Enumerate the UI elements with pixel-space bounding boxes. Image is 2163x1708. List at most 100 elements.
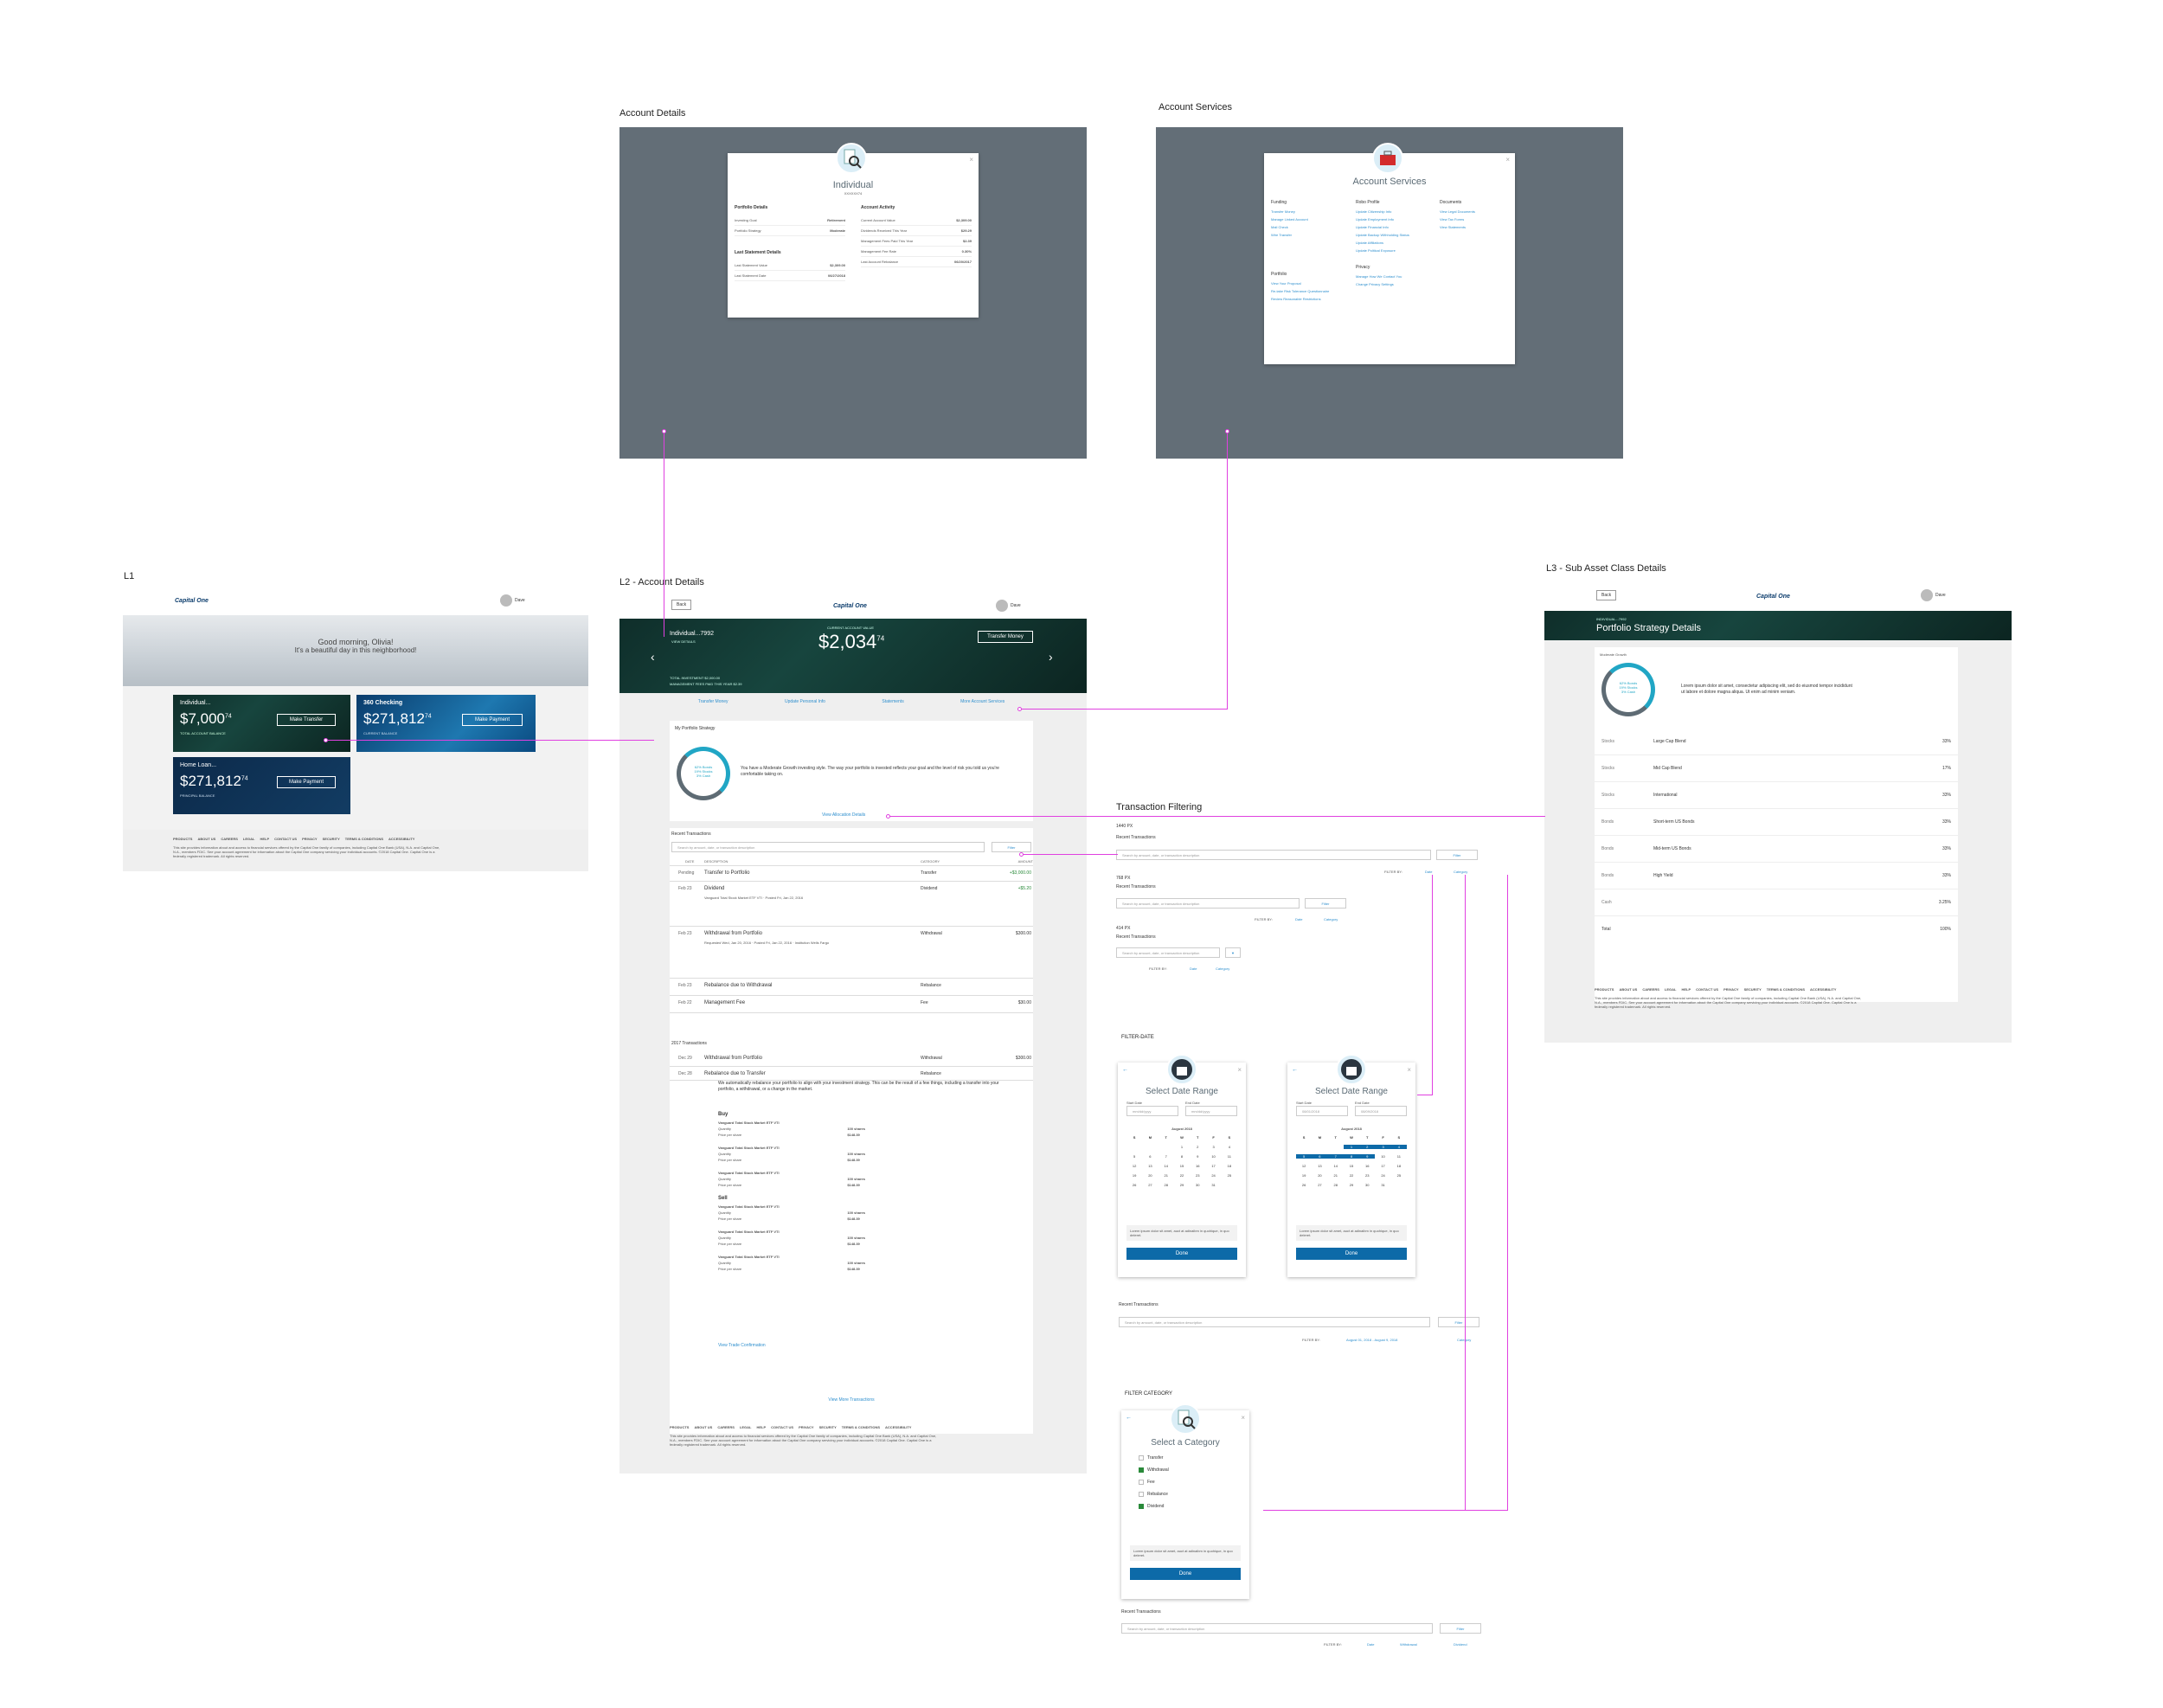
prev-arrow-icon[interactable]: ‹: [651, 650, 655, 664]
calendar-day[interactable]: 17: [1205, 1164, 1221, 1168]
back-arrow-icon[interactable]: ←: [1292, 1067, 1298, 1073]
footer-link[interactable]: CAREERS: [717, 1425, 735, 1429]
calendar-day[interactable]: 20: [1312, 1173, 1327, 1178]
footer-link[interactable]: ACCESSIBILITY: [388, 837, 414, 841]
calendar-day[interactable]: 9: [1190, 1154, 1205, 1159]
calendar-day[interactable]: 20: [1142, 1173, 1158, 1178]
calendar-day[interactable]: 23: [1190, 1173, 1205, 1178]
next-arrow-icon[interactable]: ›: [1049, 650, 1053, 664]
calendar-day[interactable]: 22: [1174, 1173, 1190, 1178]
service-link[interactable]: Update Backup Withholding Status: [1356, 233, 1434, 237]
calendar-day[interactable]: 17: [1375, 1164, 1390, 1168]
calendar-day[interactable]: 8: [1174, 1154, 1190, 1159]
calendar-day[interactable]: 10: [1205, 1154, 1221, 1159]
make-payment-button[interactable]: Make Payment: [277, 776, 336, 788]
checkbox[interactable]: [1139, 1480, 1144, 1485]
done-button[interactable]: Done: [1126, 1248, 1237, 1260]
calendar-day[interactable]: 31: [1205, 1183, 1221, 1187]
calendar-day[interactable]: 13: [1312, 1164, 1327, 1168]
filter-date-link[interactable]: Date: [1295, 917, 1302, 921]
calendar-day[interactable]: 12: [1126, 1164, 1142, 1168]
footer-link[interactable]: LEGAL: [243, 837, 255, 841]
calendar-day[interactable]: 18: [1222, 1164, 1237, 1168]
close-icon[interactable]: ×: [969, 156, 973, 164]
filter-icon[interactable]: ▼: [1225, 947, 1241, 958]
calendar-day[interactable]: 13: [1142, 1164, 1158, 1168]
asset-row[interactable]: Cash 3.25%: [1595, 889, 1958, 916]
service-link[interactable]: Update Employment Info: [1356, 217, 1434, 222]
filter-date-link[interactable]: Date: [1425, 870, 1432, 874]
service-link[interactable]: Change Privacy Settings: [1356, 282, 1434, 286]
footer-link[interactable]: CAREERS: [1642, 987, 1659, 992]
calendar-day[interactable]: 31: [1375, 1183, 1390, 1187]
view-allocation-link[interactable]: View Allocation Details: [822, 812, 865, 818]
close-icon[interactable]: ×: [1505, 156, 1510, 164]
table-row[interactable]: Dec 28 Rebalance due to Transfer Rebalance: [670, 1067, 1033, 1081]
asset-row[interactable]: Bonds High Yield 33%: [1595, 863, 1958, 889]
calendar-day[interactable]: 15: [1344, 1164, 1359, 1168]
footer-link[interactable]: CONTACT US: [274, 837, 297, 841]
calendar-day[interactable]: 10: [1375, 1154, 1390, 1159]
calendar-day[interactable]: 7: [1327, 1154, 1344, 1159]
calendar-day[interactable]: 5: [1296, 1154, 1313, 1159]
asset-row[interactable]: Stocks Mid Cap Blend 17%: [1595, 755, 1958, 782]
calendar-day[interactable]: 24: [1375, 1173, 1390, 1178]
account-tab[interactable]: More Account Services: [960, 699, 1004, 704]
search-input[interactable]: Search by amount, date, or transaction d…: [671, 842, 985, 852]
calendar-day[interactable]: 28: [1159, 1183, 1174, 1187]
close-icon[interactable]: ×: [1407, 1066, 1411, 1074]
table-row[interactable]: Feb 23 Rebalance due to Withdrawal Rebalan…: [670, 979, 1033, 996]
calendar-day[interactable]: 16: [1190, 1164, 1205, 1168]
footer-link[interactable]: PRODUCTS: [670, 1425, 689, 1429]
footer-link[interactable]: HELP: [1681, 987, 1691, 992]
done-button[interactable]: Done: [1296, 1248, 1407, 1260]
start-date-input[interactable]: mm/dd/yyyy: [1126, 1106, 1178, 1116]
view-more-link[interactable]: View More Transactions: [670, 1397, 1033, 1403]
start-date-input[interactable]: 08/01/2018: [1296, 1106, 1348, 1116]
filter-button-1440[interactable]: Filter: [1436, 850, 1478, 860]
service-link[interactable]: Mail Check: [1271, 225, 1349, 229]
service-link[interactable]: Review Reasonable Restrictions: [1271, 297, 1349, 301]
calendar-day[interactable]: 26: [1296, 1183, 1312, 1187]
footer-link[interactable]: PRODUCTS: [1595, 987, 1614, 992]
calendar-day[interactable]: 8: [1343, 1154, 1360, 1159]
calendar-day[interactable]: 1: [1343, 1145, 1360, 1149]
done-button[interactable]: Done: [1130, 1568, 1241, 1580]
calendar-day[interactable]: 14: [1328, 1164, 1344, 1168]
footer-link[interactable]: HELP: [260, 837, 269, 841]
asset-row[interactable]: Bonds Short-term US Bonds 33%: [1595, 809, 1958, 836]
calendar-day[interactable]: 11: [1391, 1154, 1407, 1159]
end-date-input[interactable]: 08/09/2018: [1355, 1106, 1407, 1116]
calendar-day[interactable]: 16: [1359, 1164, 1375, 1168]
footer-link[interactable]: TERMS & CONDITIONS: [1767, 987, 1805, 992]
back-button[interactable]: Back: [671, 600, 692, 610]
service-link[interactable]: Manage How We Contact You: [1356, 274, 1434, 279]
calendar-day[interactable]: 6: [1142, 1154, 1158, 1159]
calendar-day[interactable]: 18: [1391, 1164, 1407, 1168]
calendar-day[interactable]: 9: [1359, 1154, 1376, 1159]
category-option[interactable]: Transfer: [1139, 1455, 1169, 1461]
checkbox[interactable]: [1139, 1504, 1144, 1509]
make-transfer-button[interactable]: Make Transfer: [277, 714, 336, 726]
category-option[interactable]: Rebalance: [1139, 1492, 1169, 1497]
service-link[interactable]: Update Financial Info: [1356, 225, 1434, 229]
footer-link[interactable]: ABOUT US: [694, 1425, 712, 1429]
footer-link[interactable]: TERMS & CONDITIONS: [345, 837, 383, 841]
footer-link[interactable]: ABOUT US: [197, 837, 215, 841]
calendar-day[interactable]: 25: [1222, 1173, 1237, 1178]
service-link[interactable]: View Tax Forms: [1440, 217, 1514, 222]
calendar-day[interactable]: 1: [1174, 1145, 1190, 1149]
calendar-day[interactable]: 7: [1159, 1154, 1174, 1159]
account-card-individual[interactable]: Individual... $7,00074 TOTAL ACCOUNT BAL…: [173, 695, 350, 752]
service-link[interactable]: View Your Proposal: [1271, 281, 1349, 286]
footer-link[interactable]: CONTACT US: [771, 1425, 793, 1429]
end-date-input[interactable]: mm/dd/yyyy: [1185, 1106, 1237, 1116]
account-tab[interactable]: Statements: [882, 699, 903, 704]
table-row[interactable]: Dec 29 Withdrawal from Portfolio Withdrawa…: [670, 1051, 1033, 1067]
footer-link[interactable]: LEGAL: [1665, 987, 1677, 992]
category-option[interactable]: Dividend: [1139, 1504, 1169, 1509]
calendar-day[interactable]: 15: [1174, 1164, 1190, 1168]
calendar-day[interactable]: 29: [1174, 1183, 1190, 1187]
footer-link[interactable]: HELP: [756, 1425, 766, 1429]
calendar-day[interactable]: 21: [1328, 1173, 1344, 1178]
